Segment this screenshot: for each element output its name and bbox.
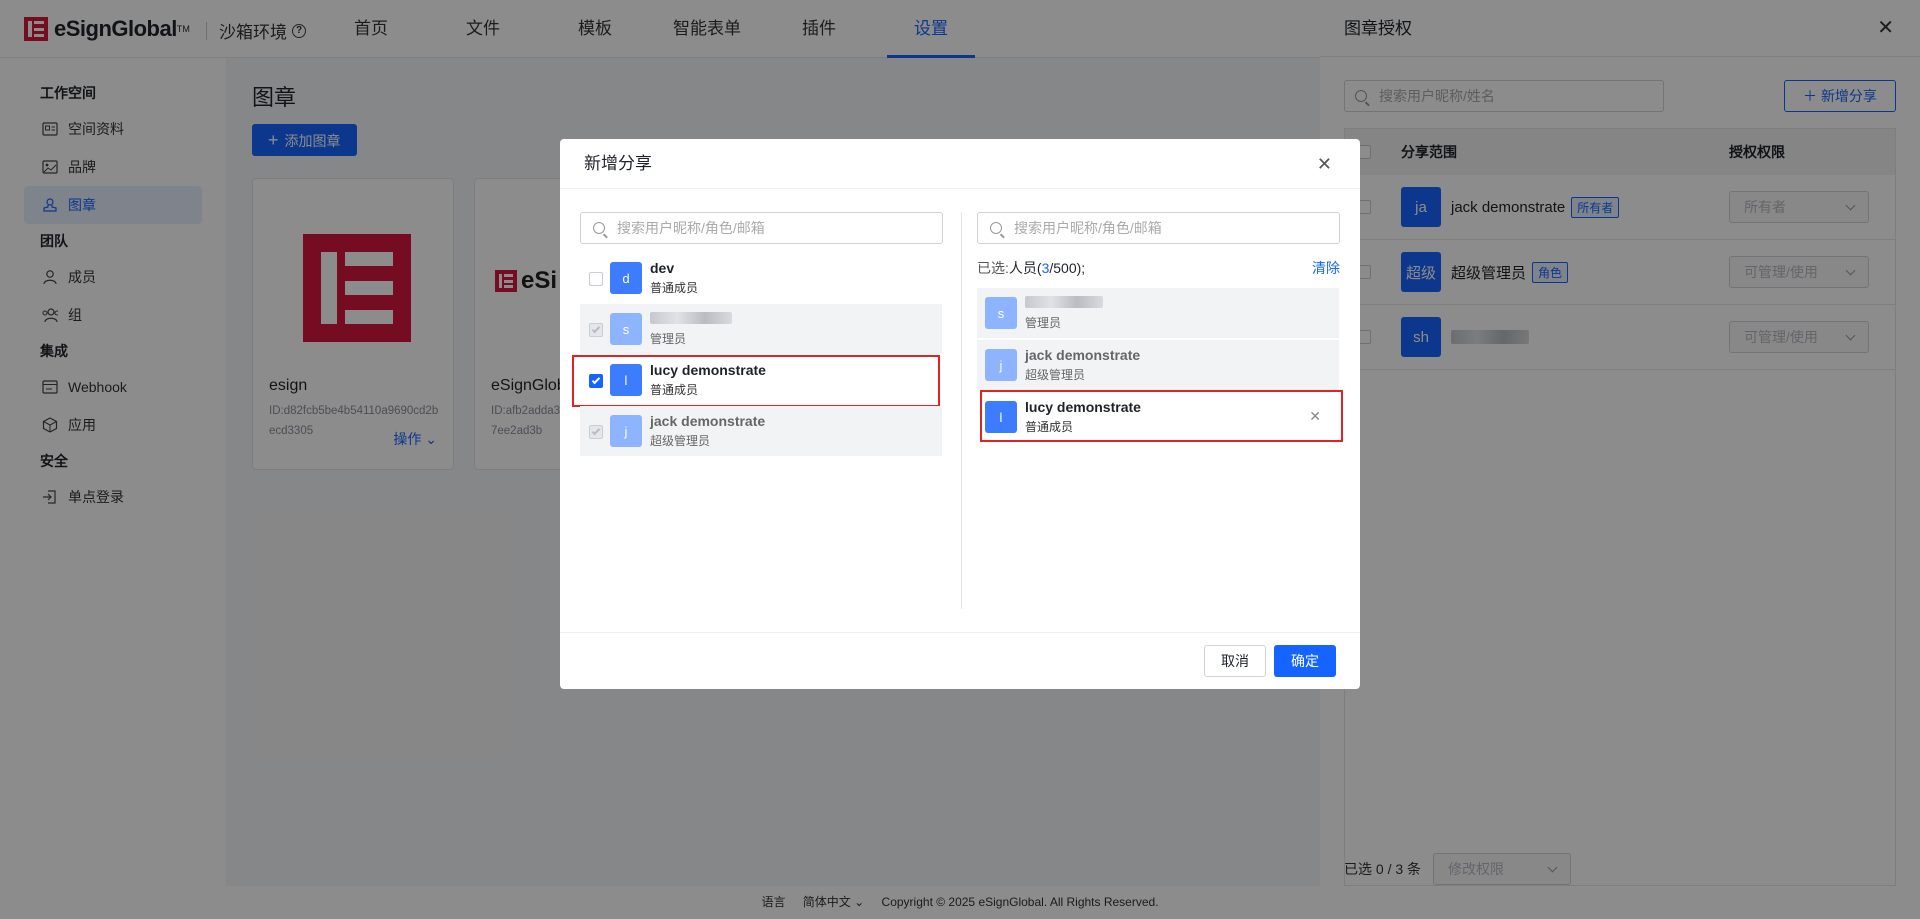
selected-item: s 管理员 xyxy=(977,288,1339,338)
search-placeholder: 搜索用户昵称/角色/邮箱 xyxy=(617,220,765,236)
highlight-box xyxy=(572,355,940,407)
add-share-modal: 新增分享 ✕ 搜索用户昵称/角色/邮箱 d dev 普通成员 s 管理员 l l… xyxy=(560,139,1360,689)
selected-summary: 已选:人员(3/500); xyxy=(977,260,1086,276)
member-search-input[interactable]: 搜索用户昵称/角色/邮箱 xyxy=(580,212,943,244)
avatar: j xyxy=(610,415,642,447)
member-name: jack demonstrate xyxy=(1025,347,1141,363)
member-name-redacted xyxy=(650,311,732,327)
member-role: 超级管理员 xyxy=(1025,368,1086,382)
list-item[interactable]: d dev 普通成员 xyxy=(580,253,942,303)
member-name: jack demonstrate xyxy=(650,413,766,429)
modal-title: 新增分享 xyxy=(584,154,652,173)
list-item: j jack demonstrate 超级管理员 xyxy=(580,406,942,456)
confirm-button[interactable]: 确定 xyxy=(1274,645,1336,677)
member-name-redacted xyxy=(1025,295,1103,311)
search-placeholder: 搜索用户昵称/角色/邮箱 xyxy=(1014,220,1162,236)
cancel-button[interactable]: 取消 xyxy=(1204,645,1266,677)
avatar: d xyxy=(610,262,642,294)
modal-header: 新增分享 ✕ xyxy=(560,139,1360,189)
member-checkbox-disabled xyxy=(589,323,603,337)
pane-divider xyxy=(961,212,962,609)
avatar: s xyxy=(610,313,642,345)
member-role: 超级管理员 xyxy=(650,434,711,448)
avatar: s xyxy=(985,297,1017,329)
selected-search-input[interactable]: 搜索用户昵称/角色/邮箱 xyxy=(977,212,1340,244)
member-role: 管理员 xyxy=(1025,316,1062,330)
member-checkbox-disabled xyxy=(589,425,603,439)
list-item: s 管理员 xyxy=(580,304,942,354)
selected-item: j jack demonstrate 超级管理员 xyxy=(977,340,1339,390)
member-role: 普通成员 xyxy=(650,281,699,295)
member-name: dev xyxy=(650,260,675,276)
member-checkbox[interactable] xyxy=(589,272,603,286)
member-role: 管理员 xyxy=(650,332,687,346)
avatar: j xyxy=(985,349,1017,381)
modal-footer: 取消 确定 xyxy=(560,632,1360,689)
search-icon xyxy=(990,222,1002,234)
drawer-overlay xyxy=(1320,0,1920,919)
clear-selection-link[interactable]: 清除 xyxy=(1312,258,1340,278)
highlight-box xyxy=(980,390,1343,442)
close-icon[interactable]: ✕ xyxy=(1317,139,1332,189)
search-icon xyxy=(593,222,605,234)
